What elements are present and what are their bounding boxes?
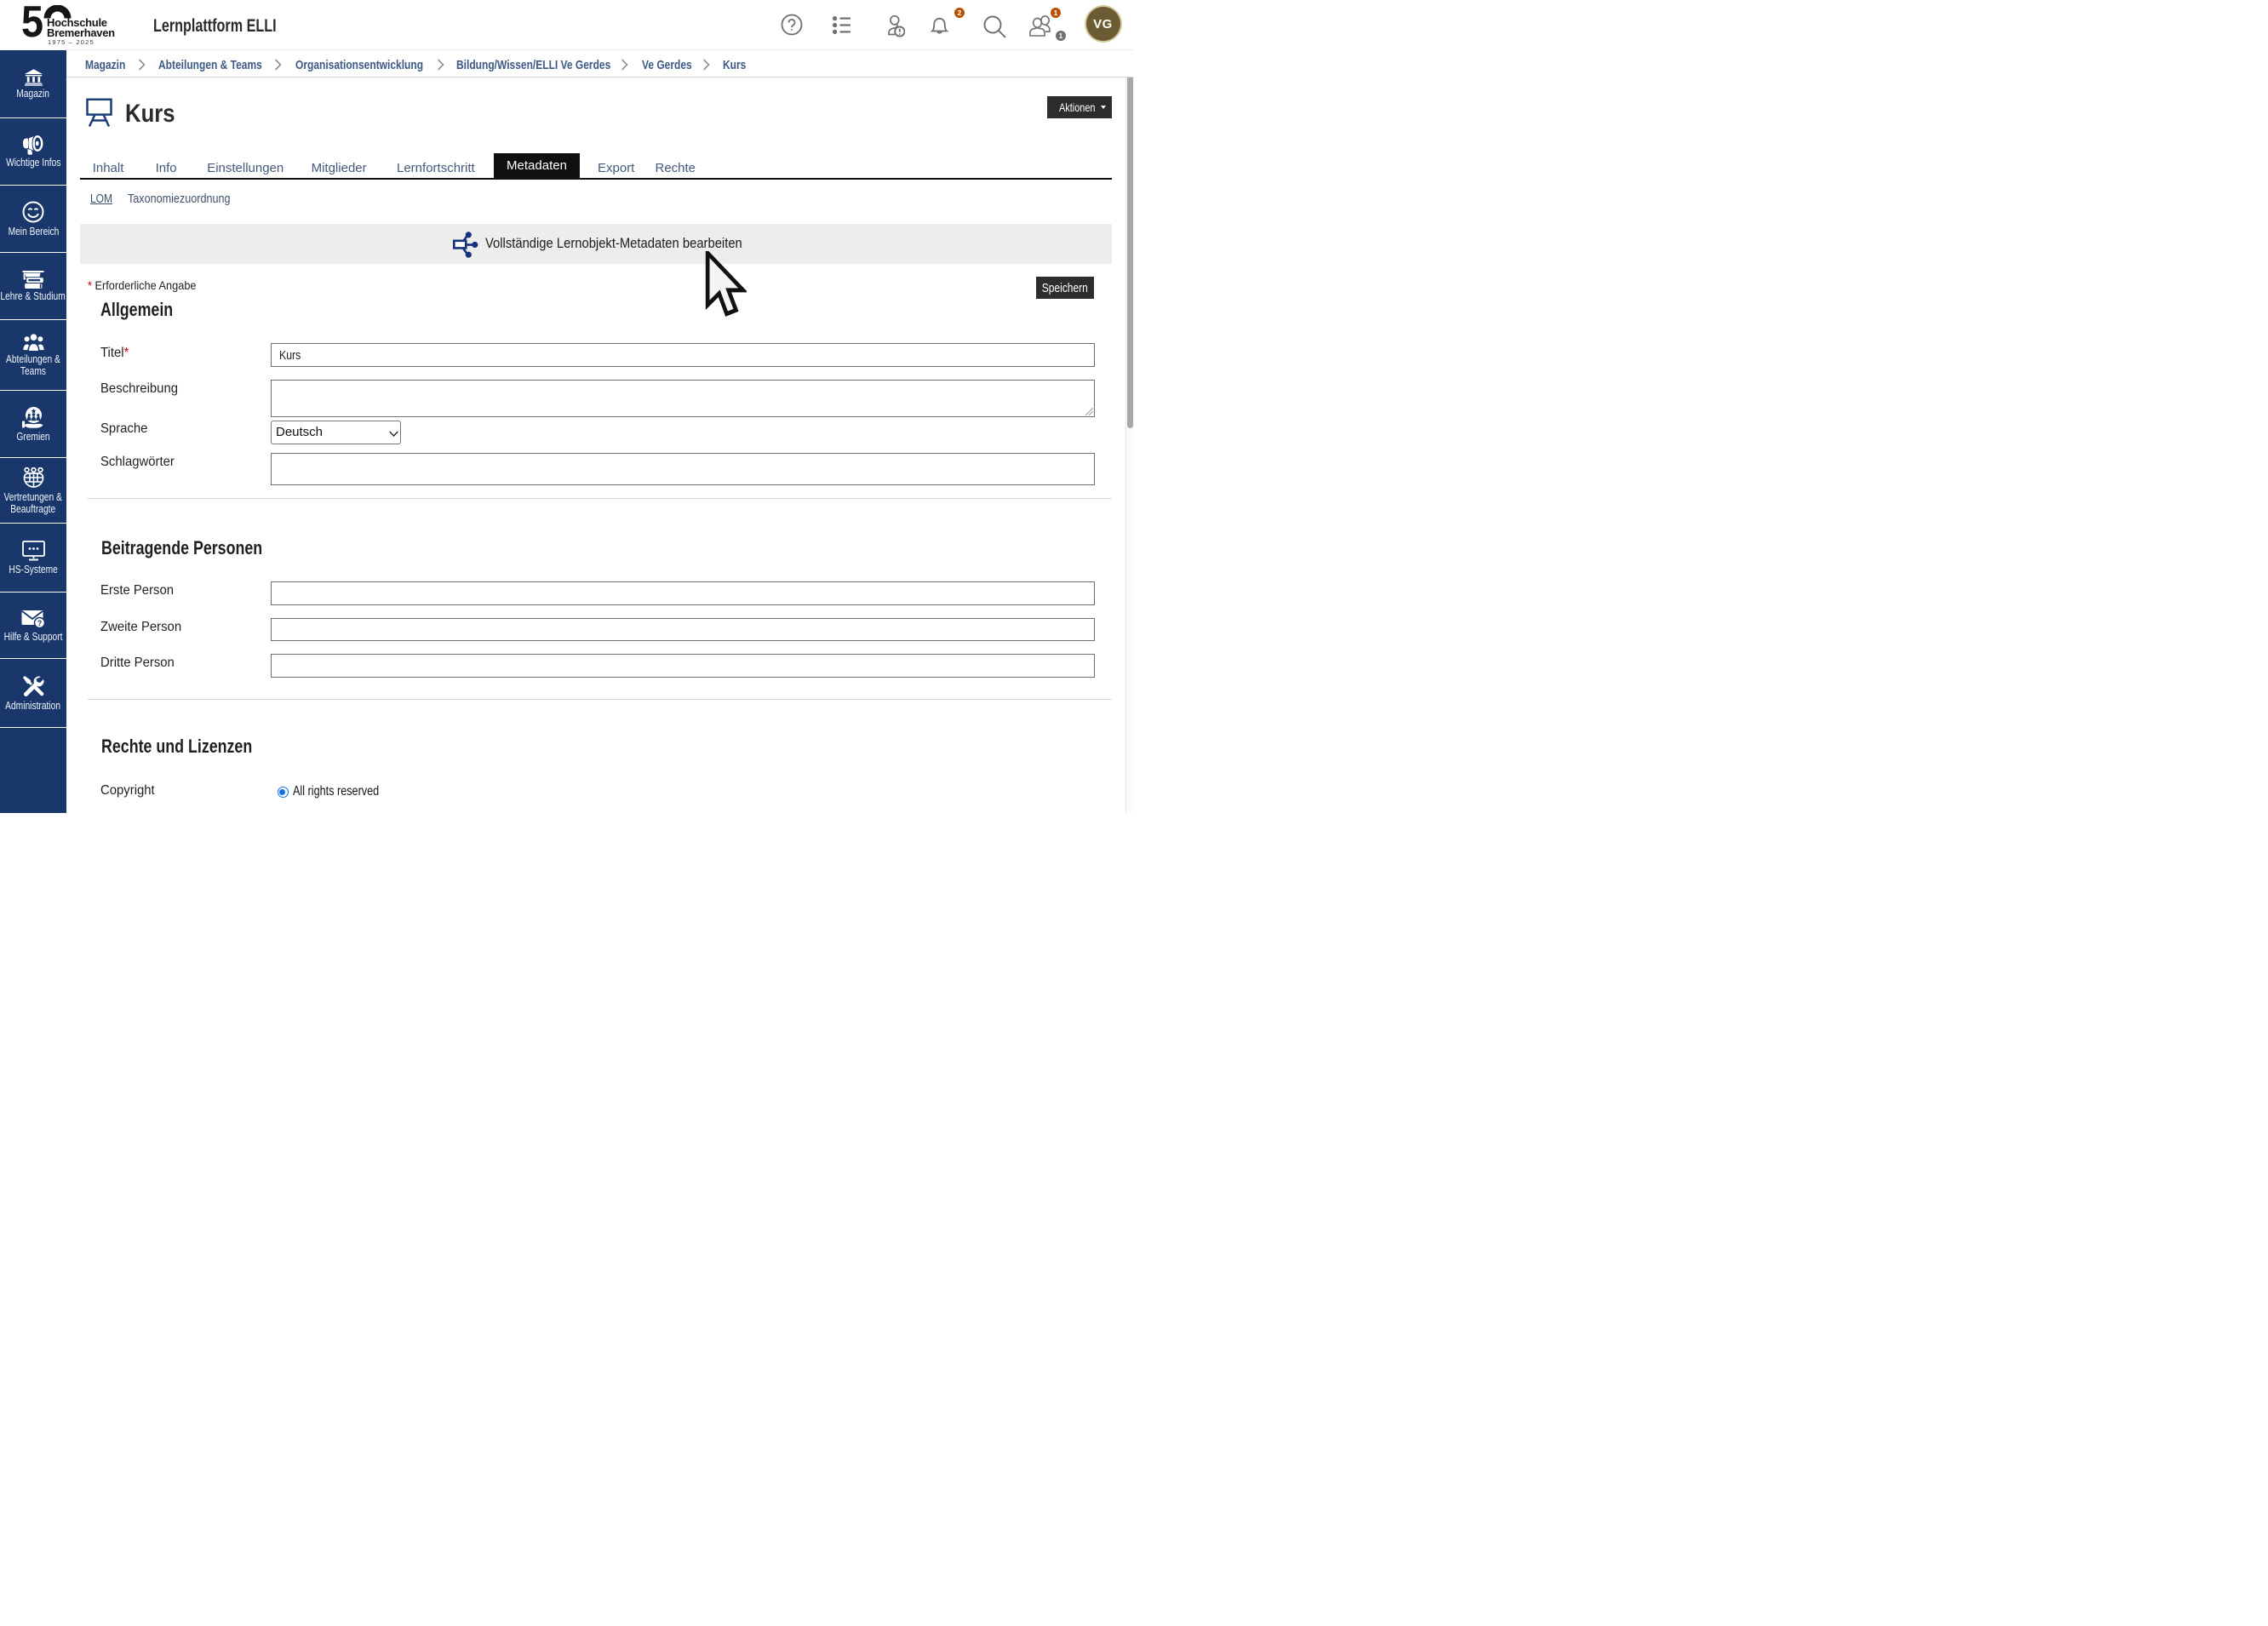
svg-text:?: ? bbox=[37, 619, 43, 627]
